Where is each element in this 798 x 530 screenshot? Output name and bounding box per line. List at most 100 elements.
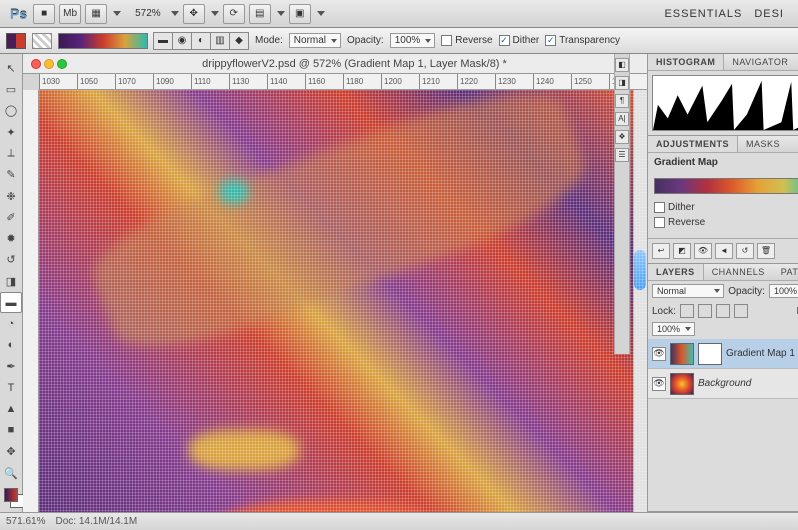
blur-tool[interactable]: ◔ bbox=[0, 314, 22, 334]
window-zoom-button[interactable] bbox=[57, 59, 67, 69]
vertical-ruler[interactable] bbox=[23, 90, 39, 512]
layer-mask-thumbnail[interactable] bbox=[698, 343, 722, 365]
layer-visibility-toggle[interactable]: 👁 bbox=[652, 347, 666, 361]
canvas[interactable] bbox=[39, 90, 647, 512]
tab-navigator[interactable]: NAVIGATOR bbox=[724, 54, 796, 70]
dither-checkbox[interactable] bbox=[499, 35, 510, 46]
brush-tool[interactable]: ✐ bbox=[0, 207, 22, 227]
gradient-reflected-button[interactable]: ▥ bbox=[210, 32, 230, 50]
layer-visibility-toggle[interactable]: 👁 bbox=[652, 377, 666, 391]
color-swatches[interactable] bbox=[0, 488, 22, 512]
gradient-tool[interactable]: ▬ bbox=[0, 292, 22, 312]
tab-paths[interactable]: PATHS bbox=[773, 264, 798, 280]
history-brush-tool[interactable]: ↺ bbox=[0, 250, 22, 270]
gradient-angle-button[interactable]: ◐ bbox=[191, 32, 211, 50]
hand-tool[interactable]: ✥ bbox=[0, 442, 22, 462]
tab-masks[interactable]: MASKS bbox=[738, 136, 788, 152]
adj-reset-icon[interactable]: ↺ bbox=[736, 243, 754, 259]
chevron-down-icon[interactable] bbox=[317, 11, 325, 16]
rail-paragraph-icon[interactable]: ¶ bbox=[615, 94, 629, 108]
zoom-level-readout[interactable]: 572% bbox=[125, 8, 167, 19]
zoom-tool[interactable]: 🔍 bbox=[0, 463, 22, 483]
tab-layers[interactable]: LAYERS bbox=[648, 264, 704, 280]
layer-name[interactable]: Background bbox=[698, 378, 751, 389]
shape-tool[interactable]: ■ bbox=[0, 420, 22, 440]
view-extras-button[interactable]: ▦ bbox=[85, 4, 107, 24]
adj-reverse-checkbox[interactable] bbox=[654, 217, 665, 228]
adj-reverse-option[interactable]: Reverse bbox=[654, 217, 798, 228]
vertical-scrollbar[interactable] bbox=[633, 90, 647, 512]
gradient-editor-strip[interactable] bbox=[654, 178, 798, 194]
layer-blend-mode-select[interactable]: Normal bbox=[652, 284, 724, 298]
blend-mode-select[interactable]: Normal bbox=[289, 33, 341, 48]
chevron-down-icon[interactable] bbox=[113, 11, 121, 16]
gradient-linear-button[interactable]: ▬ bbox=[153, 32, 173, 50]
chevron-down-icon[interactable] bbox=[211, 11, 219, 16]
rail-styles-icon[interactable]: ❖ bbox=[615, 130, 629, 144]
adj-dither-option[interactable]: Dither bbox=[654, 202, 798, 213]
rail-info-icon[interactable]: ☰ bbox=[615, 148, 629, 162]
adj-prev-icon[interactable]: ◄ bbox=[715, 243, 733, 259]
window-minimize-button[interactable] bbox=[44, 59, 54, 69]
lock-position-button[interactable] bbox=[716, 304, 730, 318]
dodge-tool[interactable]: ◐ bbox=[0, 335, 22, 355]
path-select-tool[interactable]: ▲ bbox=[0, 399, 22, 419]
arrange-docs-button[interactable]: ▤ bbox=[249, 4, 271, 24]
status-doc-info[interactable]: Doc: 14.1M/14.1M bbox=[55, 516, 137, 527]
tab-histogram[interactable]: HISTOGRAM bbox=[648, 54, 724, 70]
stamp-tool[interactable]: ✹ bbox=[0, 229, 22, 249]
rail-swatches-icon[interactable]: ◨ bbox=[615, 76, 629, 90]
transparency-checkbox[interactable] bbox=[545, 35, 556, 46]
lock-transparency-button[interactable] bbox=[680, 304, 694, 318]
transparency-option[interactable]: Transparency bbox=[545, 35, 620, 46]
healing-tool[interactable]: ❉ bbox=[0, 186, 22, 206]
move-tool[interactable]: ↖ bbox=[0, 58, 22, 78]
marquee-tool[interactable]: ▭ bbox=[0, 79, 22, 99]
lock-all-button[interactable] bbox=[734, 304, 748, 318]
gradient-picker[interactable] bbox=[58, 33, 148, 49]
type-tool[interactable]: T bbox=[0, 378, 22, 398]
dither-option[interactable]: Dither bbox=[499, 35, 540, 46]
quick-select-tool[interactable]: ✦ bbox=[0, 122, 22, 142]
window-close-button[interactable] bbox=[31, 59, 41, 69]
layer-name[interactable]: Gradient Map 1 bbox=[726, 348, 795, 359]
layer-thumbnail[interactable] bbox=[670, 343, 694, 365]
layer-row[interactable]: 👁 Gradient Map 1 bbox=[648, 339, 798, 369]
lasso-tool[interactable]: ◯ bbox=[0, 101, 22, 121]
rail-character-icon[interactable]: A| bbox=[615, 112, 629, 126]
workspace-design[interactable]: DESI bbox=[754, 8, 784, 20]
adj-dither-checkbox[interactable] bbox=[654, 202, 665, 213]
chevron-down-icon[interactable] bbox=[277, 11, 285, 16]
launch-bridge-button[interactable]: ■ bbox=[33, 4, 55, 24]
eraser-tool[interactable]: ◨ bbox=[0, 271, 22, 291]
eyedropper-tool[interactable]: ✎ bbox=[0, 165, 22, 185]
tab-adjustments[interactable]: ADJUSTMENTS bbox=[648, 136, 738, 152]
lock-pixels-button[interactable] bbox=[698, 304, 712, 318]
crop-tool[interactable]: ⟂ bbox=[0, 143, 22, 163]
gradient-diamond-button[interactable]: ◆ bbox=[229, 32, 249, 50]
opacity-field[interactable]: 100% bbox=[390, 33, 436, 48]
layer-row[interactable]: 👁 Background 🔒 bbox=[648, 369, 798, 399]
fill-field[interactable]: 100% bbox=[652, 322, 695, 336]
status-zoom[interactable]: 571.61% bbox=[6, 516, 45, 527]
mini-bridge-button[interactable]: Mb bbox=[59, 4, 81, 24]
horizontal-ruler[interactable]: 1030105010701090111011301140116011801200… bbox=[39, 74, 647, 90]
scrollbar-thumb[interactable] bbox=[634, 250, 646, 290]
workspace-essentials[interactable]: ESSENTIALS bbox=[664, 8, 742, 20]
layer-thumbnail[interactable] bbox=[670, 373, 694, 395]
reverse-option[interactable]: Reverse bbox=[441, 35, 492, 46]
adj-clip-icon[interactable]: ◩ bbox=[673, 243, 691, 259]
reverse-checkbox[interactable] bbox=[441, 35, 452, 46]
adj-trash-icon[interactable]: 🗑 bbox=[757, 243, 775, 259]
gradient-radial-button[interactable]: ◉ bbox=[172, 32, 192, 50]
rotate-view-button[interactable]: ⟳ bbox=[223, 4, 245, 24]
foreground-color-swatch[interactable] bbox=[4, 488, 18, 502]
adj-eye-icon[interactable]: 👁 bbox=[694, 243, 712, 259]
screen-mode-button[interactable]: ▣ bbox=[289, 4, 311, 24]
gradient-tool-icon[interactable] bbox=[6, 33, 26, 49]
layer-opacity-field[interactable]: 100% bbox=[769, 284, 798, 298]
chevron-down-icon[interactable] bbox=[171, 11, 179, 16]
tab-channels[interactable]: CHANNELS bbox=[704, 264, 773, 280]
pen-tool[interactable]: ✒ bbox=[0, 356, 22, 376]
adj-return-icon[interactable]: ↩ bbox=[652, 243, 670, 259]
